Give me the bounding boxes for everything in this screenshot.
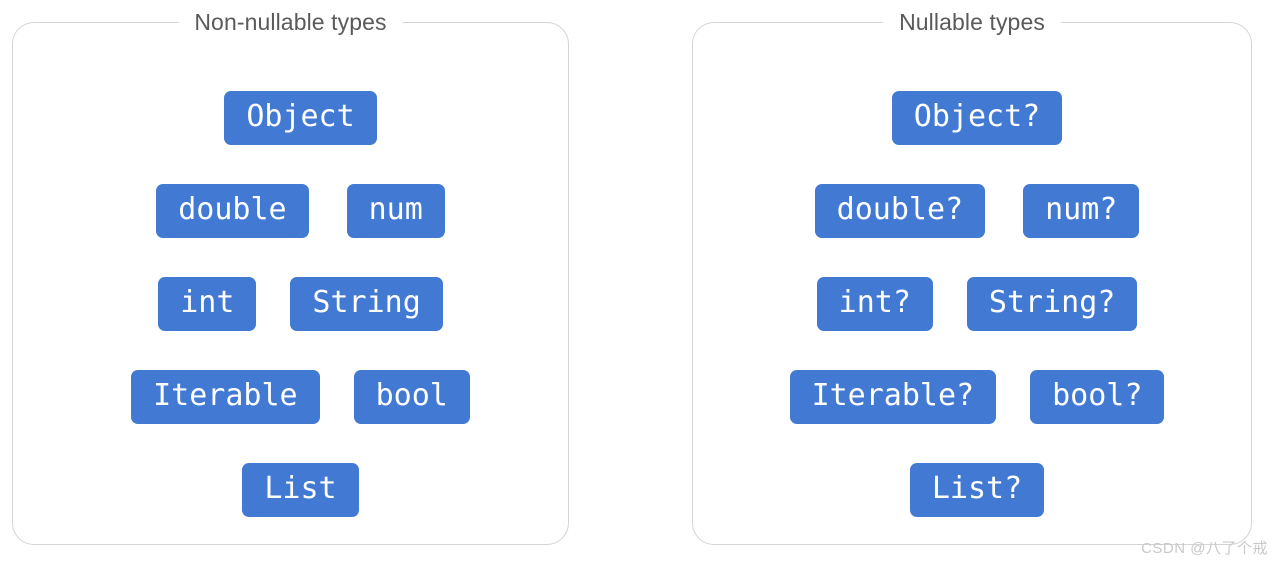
watermark: CSDN @八了个戒 <box>1141 540 1268 557</box>
chip-row: Iterable? bool? <box>693 370 1251 424</box>
type-chip-object-nullable[interactable]: Object? <box>891 91 1063 145</box>
chip-rows-non-nullable: Object double num int String Iterable bo… <box>13 23 568 544</box>
type-chip-list[interactable]: List <box>242 463 359 517</box>
type-chip-bool[interactable]: bool <box>353 370 470 424</box>
type-chip-string-nullable[interactable]: String? <box>966 277 1138 331</box>
type-chip-num-nullable[interactable]: num? <box>1023 184 1140 238</box>
type-chip-int-nullable[interactable]: int? <box>816 277 933 331</box>
chip-row: Iterable bool <box>13 370 568 424</box>
type-chip-list-nullable[interactable]: List? <box>909 463 1045 517</box>
type-chip-object[interactable]: Object <box>224 91 377 145</box>
chip-row: List? <box>693 463 1251 517</box>
chip-row: int? String? <box>693 277 1251 331</box>
chip-row: int String <box>13 277 568 331</box>
chip-rows-nullable: Object? double? num? int? String? Iterab… <box>693 23 1251 544</box>
chip-row: Object? <box>693 91 1251 145</box>
panel-non-nullable: Non-nullable types Object double num int… <box>12 7 569 545</box>
type-chip-int[interactable]: int <box>158 277 257 331</box>
nullability-diagram: Non-nullable types Object double num int… <box>0 0 1280 564</box>
chip-row: Object <box>13 91 568 145</box>
type-chip-string[interactable]: String <box>290 277 443 331</box>
type-chip-num[interactable]: num <box>346 184 445 238</box>
chip-row: double? num? <box>693 184 1251 238</box>
panel-nullable: Nullable types Object? double? num? int?… <box>692 7 1252 545</box>
type-chip-iterable[interactable]: Iterable <box>131 370 320 424</box>
type-chip-double-nullable[interactable]: double? <box>814 184 986 238</box>
type-chip-double[interactable]: double <box>156 184 309 238</box>
type-chip-iterable-nullable[interactable]: Iterable? <box>789 370 997 424</box>
type-chip-bool-nullable[interactable]: bool? <box>1030 370 1165 424</box>
chip-row: double num <box>13 184 568 238</box>
chip-row: List <box>13 463 568 517</box>
